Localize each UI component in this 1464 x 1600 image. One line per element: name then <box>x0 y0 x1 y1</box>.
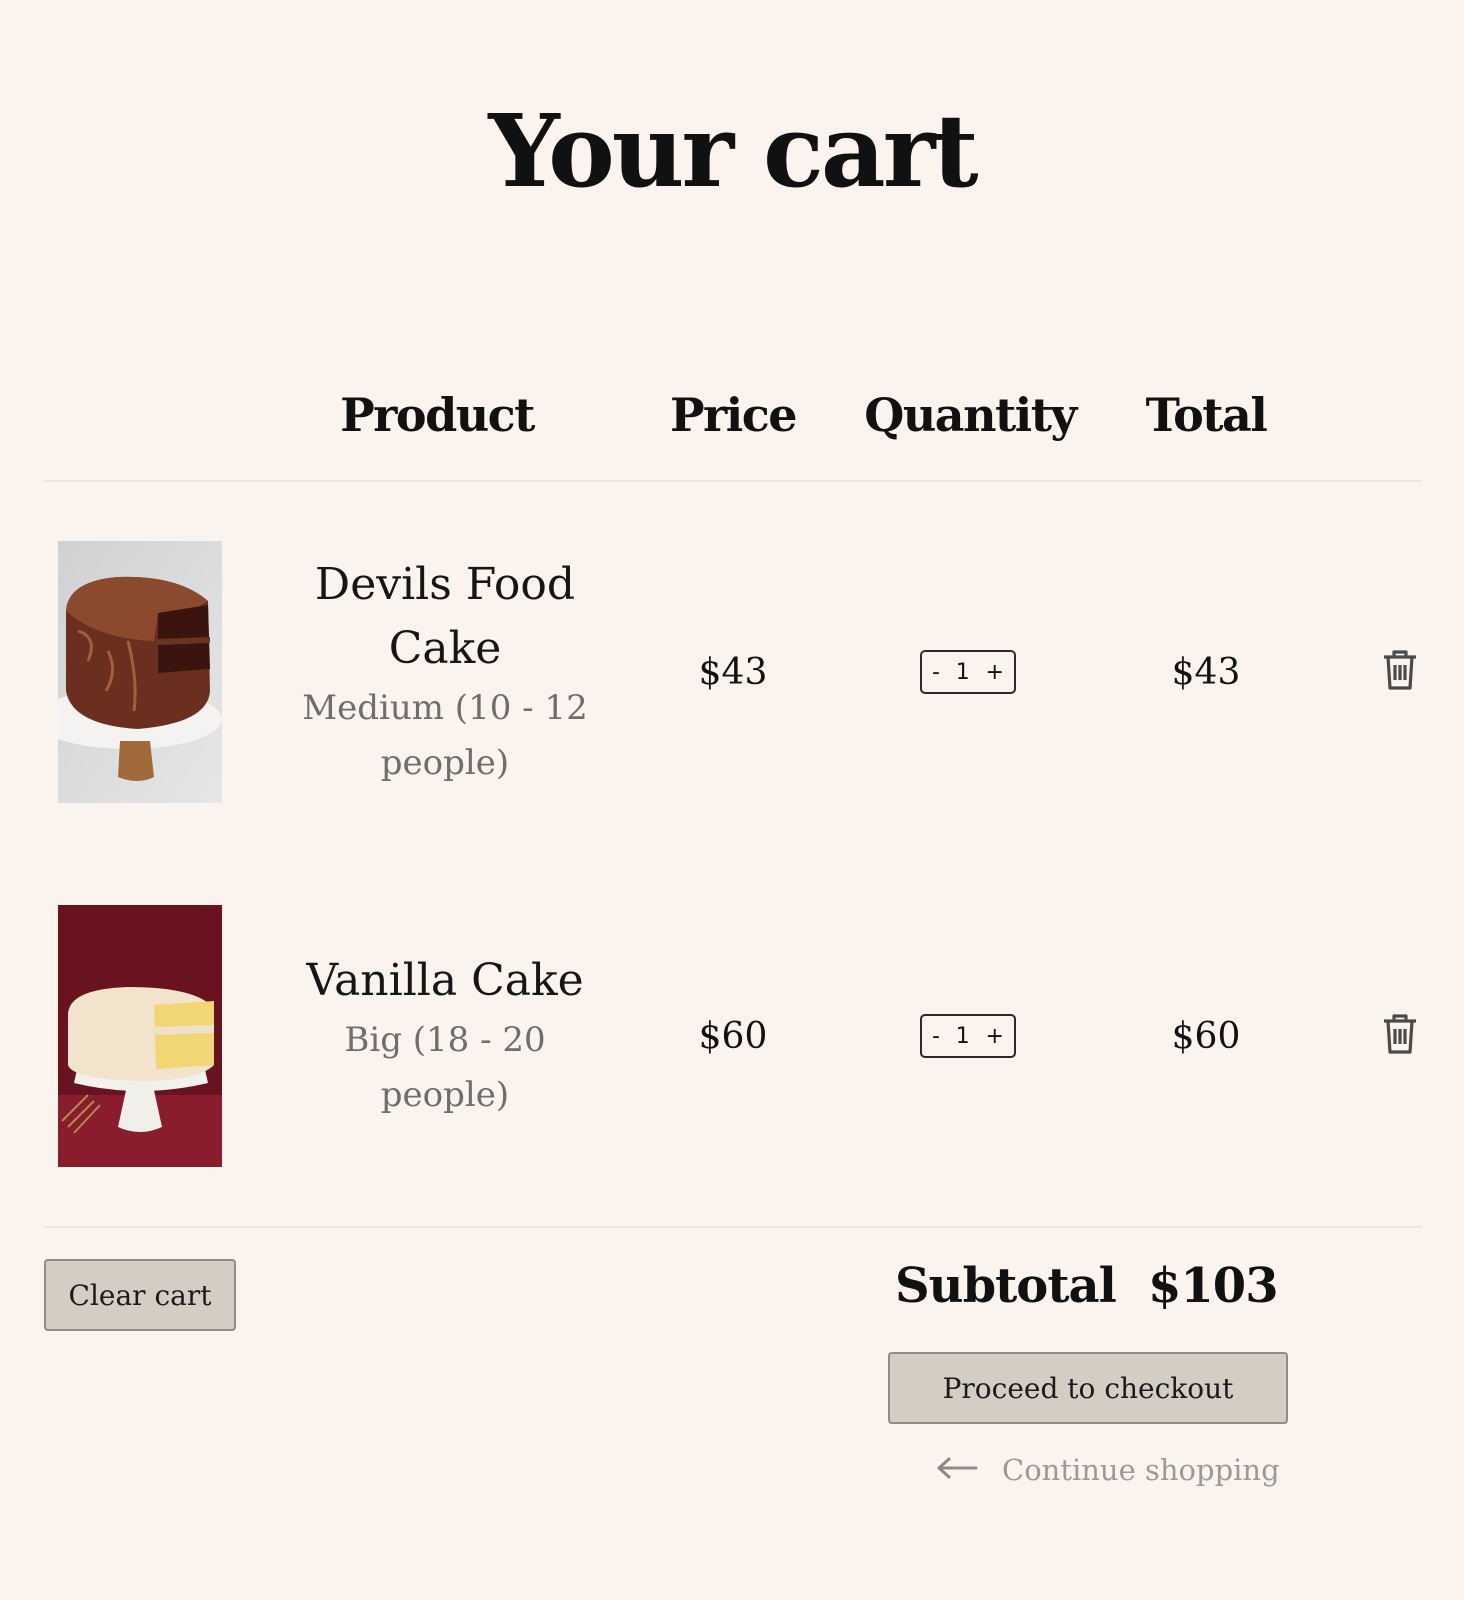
cart-row: Vanilla Cake Big (18 - 20 people) $60 - … <box>0 905 1464 1167</box>
item-total: $60 <box>1171 1015 1241 1057</box>
column-header-product: Product <box>340 388 535 442</box>
product-size: Big (18 - 20 people) <box>344 1020 546 1115</box>
increase-quantity-button[interactable]: + <box>986 660 1004 685</box>
quantity-value[interactable]: 1 <box>956 660 970 685</box>
vanilla-cake-image[interactable] <box>58 905 222 1167</box>
item-price: $43 <box>698 651 768 693</box>
footer-divider <box>44 1226 1422 1228</box>
cart-row: Devils Food Cake Medium (10 - 12 people)… <box>0 541 1464 803</box>
column-header-price: Price <box>669 388 798 442</box>
clear-cart-button[interactable]: Clear cart <box>44 1259 236 1331</box>
product-name[interactable]: Vanilla Cake <box>306 949 583 1013</box>
arrow-left-icon <box>936 1453 978 1487</box>
decrease-quantity-button[interactable]: - <box>932 660 940 685</box>
decrease-quantity-button[interactable]: - <box>932 1024 940 1049</box>
item-total: $43 <box>1171 651 1241 693</box>
continue-shopping-link[interactable]: Continue shopping <box>936 1448 1280 1492</box>
checkout-button[interactable]: Proceed to checkout <box>888 1352 1288 1424</box>
product-info: Vanilla Cake Big (18 - 20 people) <box>290 905 600 1167</box>
product-name[interactable]: Devils Food Cake <box>290 553 600 681</box>
quantity-stepper: - 1 + <box>920 650 1016 694</box>
page-title: Your cart <box>488 92 978 210</box>
trash-icon[interactable] <box>1382 649 1418 691</box>
item-price: $60 <box>698 1015 768 1057</box>
product-info: Devils Food Cake Medium (10 - 12 people) <box>290 541 600 803</box>
subtotal-value: $103 <box>1148 1258 1279 1314</box>
continue-shopping-label: Continue shopping <box>1002 1453 1280 1487</box>
chocolate-cake-image[interactable] <box>58 541 222 803</box>
subtotal-label: Subtotal <box>895 1258 1117 1314</box>
quantity-value[interactable]: 1 <box>956 1024 970 1049</box>
product-size: Medium (10 - 12 people) <box>302 688 588 783</box>
column-header-quantity: Quantity <box>864 388 1077 442</box>
increase-quantity-button[interactable]: + <box>986 1024 1004 1049</box>
trash-icon[interactable] <box>1382 1013 1418 1055</box>
column-header-total: Total <box>1145 388 1268 442</box>
header-divider <box>44 480 1422 482</box>
quantity-stepper: - 1 + <box>920 1014 1016 1058</box>
